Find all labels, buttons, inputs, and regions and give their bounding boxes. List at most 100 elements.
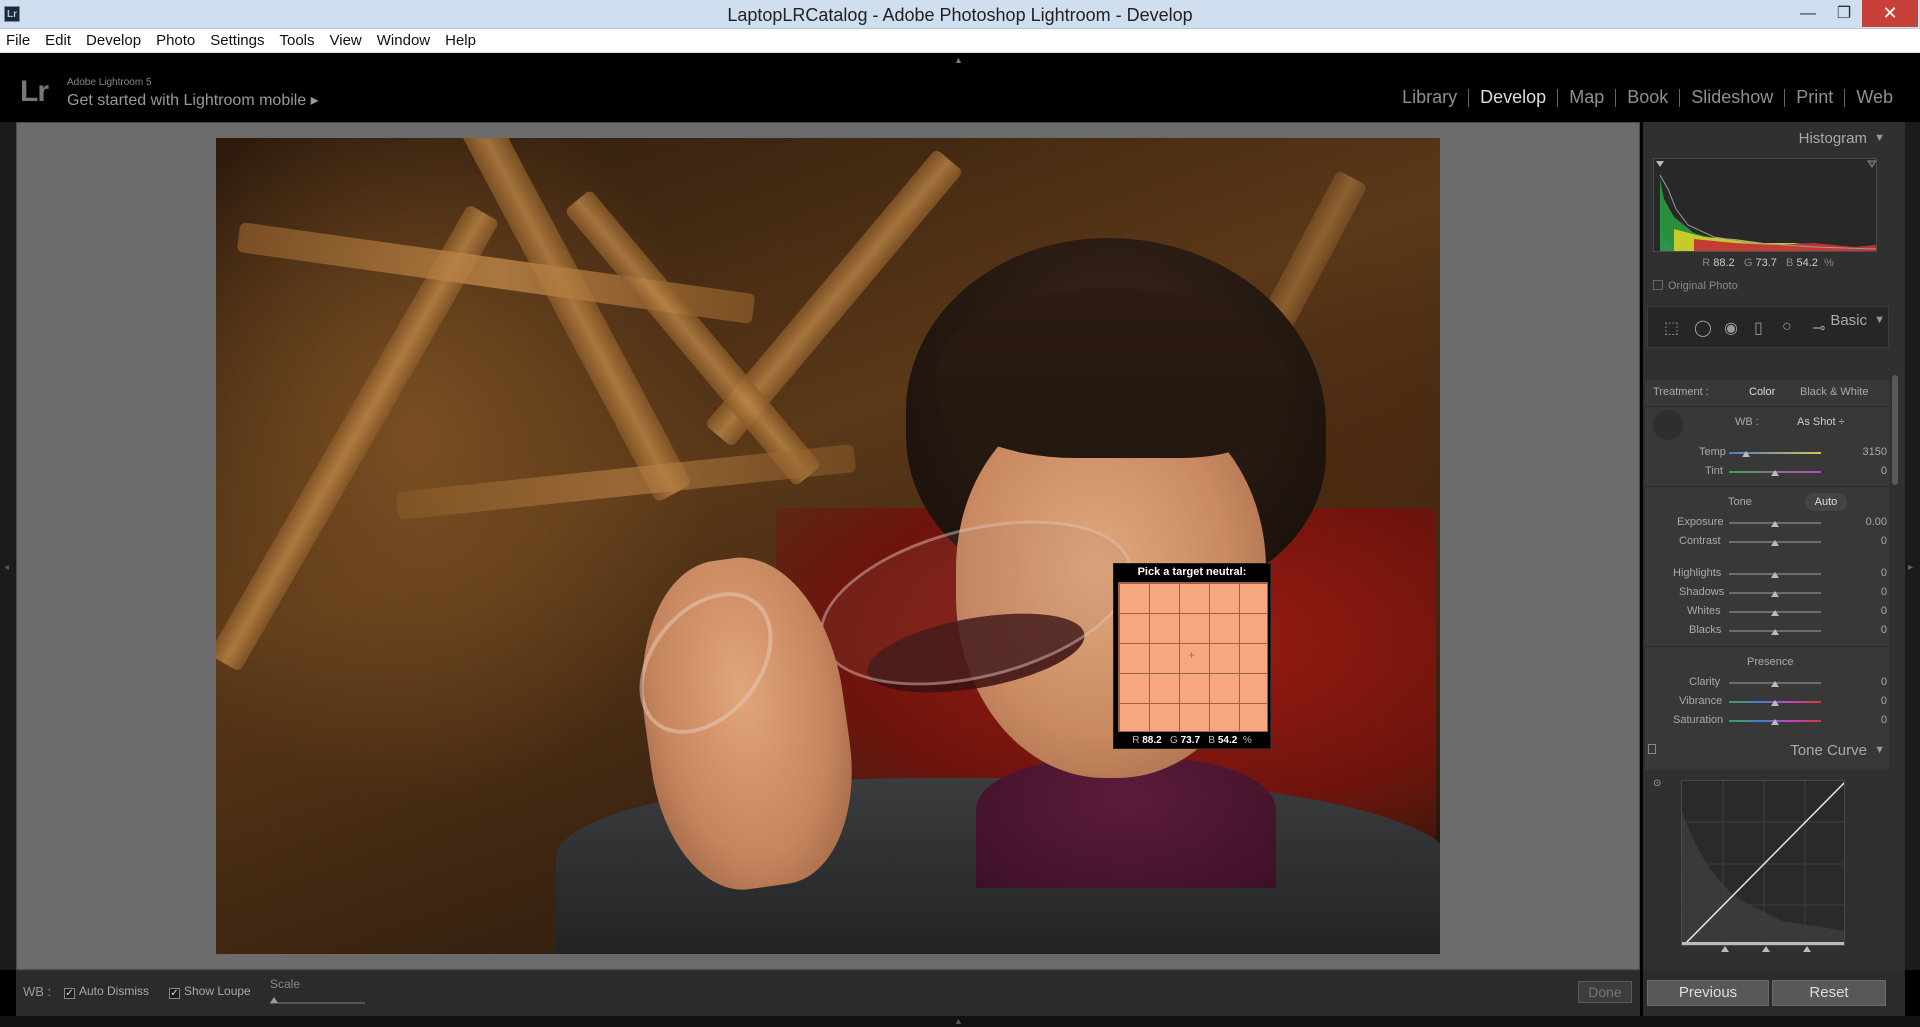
left-panel-toggle-icon[interactable]: ◂ (4, 562, 9, 573)
original-photo-checkbox[interactable]: Original Photo (1653, 280, 1738, 292)
maximize-button[interactable]: ❐ (1826, 0, 1862, 27)
saturation-label: Saturation (1673, 714, 1724, 726)
menu-help[interactable]: Help (445, 32, 476, 49)
checkmark-icon[interactable]: ✓ (169, 988, 180, 999)
tone-curve-header[interactable]: Tone Curve ▼ (1643, 736, 1893, 764)
divider (1645, 406, 1889, 407)
temp-slider-thumb[interactable] (1742, 451, 1750, 457)
curve-split-thumb[interactable] (1721, 946, 1729, 952)
collapse-triangle-icon[interactable]: ▼ (1874, 314, 1885, 326)
auto-dismiss-checkbox[interactable]: ✓ Auto Dismiss (64, 984, 149, 999)
basic-header[interactable]: Basic ▼ (1643, 306, 1893, 334)
temp-value[interactable]: 3150 (1863, 446, 1887, 458)
product-name: Adobe Lightroom 5 (67, 77, 152, 88)
highlights-value[interactable]: 0 (1881, 567, 1887, 579)
clarity-label: Clarity (1689, 676, 1721, 688)
module-web[interactable]: Web (1845, 87, 1904, 108)
wb-eyedropper-icon[interactable] (1653, 410, 1683, 440)
minimize-button[interactable]: — (1790, 0, 1826, 27)
basic-title: Basic (1830, 312, 1867, 329)
targeted-adjustment-icon[interactable]: ⊙ (1653, 778, 1661, 789)
shadow-clipping-icon[interactable] (1656, 161, 1664, 167)
exposure-value[interactable]: 0.00 (1866, 516, 1887, 528)
module-slideshow[interactable]: Slideshow (1680, 87, 1784, 108)
whites-value[interactable]: 0 (1881, 605, 1887, 617)
treatment-color[interactable]: Color (1749, 386, 1775, 398)
close-button[interactable]: ✕ (1862, 0, 1918, 27)
menu-develop[interactable]: Develop (86, 32, 141, 49)
presence-label: Presence (1747, 656, 1794, 668)
scale-slider-thumb[interactable] (270, 997, 278, 1003)
curve-split-thumb[interactable] (1803, 946, 1811, 952)
module-develop[interactable]: Develop (1469, 87, 1557, 108)
tone-curve-graph[interactable] (1681, 780, 1845, 946)
vibrance-value[interactable]: 0 (1881, 695, 1887, 707)
tint-value[interactable]: 0 (1881, 465, 1887, 477)
contrast-value[interactable]: 0 (1881, 535, 1887, 547)
module-book[interactable]: Book (1616, 87, 1679, 108)
top-panel-toggle-icon[interactable]: ▲ (954, 55, 963, 65)
histogram-rgb-values: R 88.2 G 73.7 B 54.2 % (1702, 257, 1834, 269)
histogram[interactable] (1653, 158, 1877, 252)
right-panel-toggle-icon[interactable]: ▸ (1908, 562, 1913, 573)
menu-photo[interactable]: Photo (156, 32, 195, 49)
whites-label: Whites (1687, 605, 1721, 617)
shadows-slider-thumb[interactable] (1771, 591, 1779, 597)
tone-label: Tone (1728, 496, 1752, 508)
lightroom-mobile-link[interactable]: Get started with Lightroom mobile ▸ (67, 90, 319, 110)
menu-tools[interactable]: Tools (279, 32, 314, 49)
menu-window[interactable]: Window (377, 32, 430, 49)
module-print[interactable]: Print (1785, 87, 1844, 108)
module-library[interactable]: Library (1391, 87, 1468, 108)
develop-toolbar: WB : ✓ Auto Dismiss ✓ Show Loupe Scale Don… (16, 970, 1640, 1016)
menu-settings[interactable]: Settings (210, 32, 264, 49)
vibrance-label: Vibrance (1679, 695, 1723, 707)
photo-preview[interactable] (216, 138, 1440, 954)
wb-loupe: Pick a target neutral: + R 88.2 G 73.7 B… (1113, 563, 1271, 749)
lr-logo: Lr (20, 75, 49, 108)
vibrance-slider-thumb[interactable] (1771, 700, 1779, 706)
saturation-slider-thumb[interactable] (1771, 719, 1779, 725)
highlights-slider-thumb[interactable] (1771, 572, 1779, 578)
tint-slider-thumb[interactable] (1771, 470, 1779, 476)
exposure-slider-thumb[interactable] (1771, 521, 1779, 527)
scale-label: Scale (270, 977, 301, 991)
reset-button[interactable]: Reset (1772, 980, 1886, 1006)
treatment-label: Treatment : (1653, 386, 1709, 398)
wb-preset-select[interactable]: As Shot ÷ (1797, 416, 1845, 428)
blacks-value[interactable]: 0 (1881, 624, 1887, 636)
clarity-slider-thumb[interactable] (1771, 681, 1779, 687)
collapse-triangle-icon[interactable]: ▼ (1874, 132, 1885, 144)
done-button[interactable]: Done (1578, 981, 1632, 1003)
module-map[interactable]: Map (1558, 87, 1615, 108)
collapse-triangle-icon[interactable]: ▼ (1874, 744, 1885, 756)
menu-file[interactable]: File (6, 32, 30, 49)
filmstrip-toggle-icon[interactable]: ▲ (954, 1016, 963, 1026)
right-panel-scrollbar[interactable] (1892, 375, 1898, 485)
highlight-clipping-icon[interactable] (1867, 160, 1876, 168)
tone-auto-button[interactable]: Auto (1805, 493, 1847, 511)
histogram-title: Histogram (1798, 130, 1867, 147)
show-loupe-checkbox[interactable]: ✓ Show Loupe (169, 984, 251, 999)
menu-view[interactable]: View (330, 32, 362, 49)
histogram-header[interactable]: Histogram ▼ (1643, 124, 1893, 152)
tint-label: Tint (1705, 465, 1723, 477)
menu-edit[interactable]: Edit (45, 32, 71, 49)
shadows-value[interactable]: 0 (1881, 586, 1887, 598)
module-picker: Library Develop Map Book Slideshow Print… (1391, 87, 1904, 108)
contrast-slider-thumb[interactable] (1771, 540, 1779, 546)
wb-tool-label: WB : (23, 984, 52, 999)
curve-split-thumb[interactable] (1762, 946, 1770, 952)
saturation-value[interactable]: 0 (1881, 714, 1887, 726)
blacks-slider-thumb[interactable] (1771, 629, 1779, 635)
previous-button[interactable]: Previous (1647, 980, 1769, 1006)
clarity-value[interactable]: 0 (1881, 676, 1887, 688)
crosshair-icon: + (1188, 648, 1196, 662)
checkbox-icon[interactable] (1653, 280, 1663, 290)
scale-slider[interactable] (270, 1002, 365, 1004)
checkmark-icon[interactable]: ✓ (64, 988, 75, 999)
treatment-black-white[interactable]: Black & White (1800, 386, 1868, 398)
tone-curve-panel-toggle-icon[interactable] (1648, 744, 1656, 754)
whites-slider-thumb[interactable] (1771, 610, 1779, 616)
hair-fringe (936, 288, 1286, 458)
